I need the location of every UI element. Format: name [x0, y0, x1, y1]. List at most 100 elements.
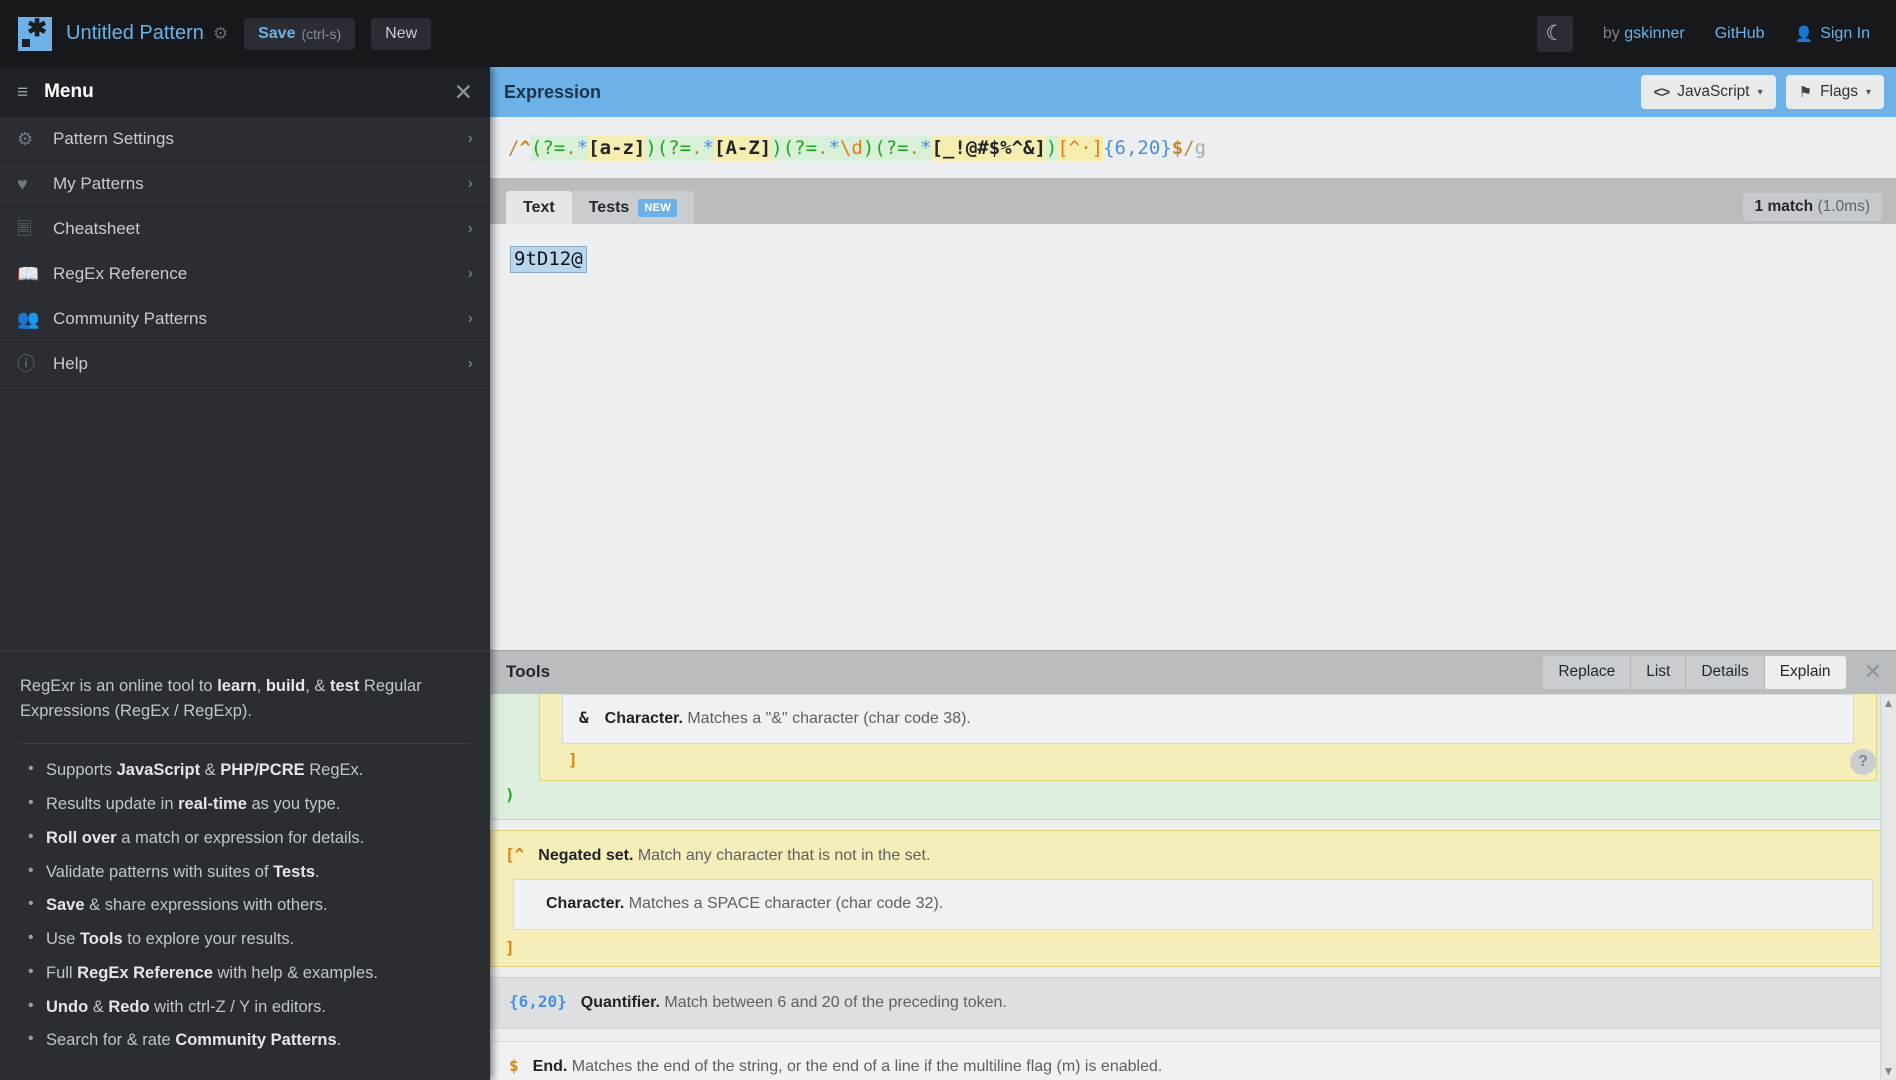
- divider: [20, 743, 470, 745]
- sidebar-filler: [0, 387, 490, 651]
- explain-row-quantifier[interactable]: {6,20} Quantifier. Match between 6 and 2…: [490, 976, 1896, 1030]
- explain-row-text: Quantifier. Match between 6 and 20 of th…: [581, 992, 1007, 1014]
- sidebar-item-community-patterns[interactable]: 👥 Community Patterns ›: [0, 297, 490, 342]
- chevron-right-icon: ›: [467, 265, 473, 282]
- list-item: Validate patterns with suites of Tests.: [20, 859, 470, 885]
- question-circle-icon: ⓘ: [17, 354, 35, 374]
- moon-icon[interactable]: ☾: [1536, 15, 1573, 52]
- author-link[interactable]: by gskinner: [1603, 25, 1685, 43]
- explain-row-negated-set-close: ]: [491, 930, 1895, 960]
- expression-token: .: [691, 135, 703, 161]
- list-item: Save & share expressions with others.: [20, 892, 470, 918]
- sidebar: ≡ Menu ✕ ⚙ Pattern Settings › ♥ My Patte…: [0, 67, 490, 1080]
- save-button-shortcut: (ctrl-s): [301, 25, 342, 42]
- explain-set-block: & Character. Matches a "&" character (ch…: [539, 693, 1877, 781]
- list-item: Supports JavaScript & PHP/PCRE RegEx.: [20, 757, 470, 783]
- sidebar-item-my-patterns[interactable]: ♥ My Patterns ›: [0, 162, 490, 207]
- flags-label: Flags: [1820, 83, 1858, 100]
- explain-row-title: Character.: [546, 895, 625, 913]
- sign-in-button[interactable]: 👤 Sign In: [1795, 25, 1871, 43]
- tab-tests-label: Tests: [588, 198, 630, 216]
- sidebar-item-label: RegEx Reference: [53, 264, 188, 283]
- explain-row-negated-set[interactable]: [^ Negated set. Match any character that…: [491, 841, 1895, 867]
- explain-content: & Character. Matches a "&" character (ch…: [490, 693, 1896, 1080]
- sidebar-feature-list: Supports JavaScript & PHP/PCRE RegEx. Res…: [20, 757, 470, 1053]
- sidebar-item-cheatsheet[interactable]: 🗏 Cheatsheet ›: [0, 207, 490, 252]
- sidebar-item-pattern-settings[interactable]: ⚙ Pattern Settings ›: [0, 117, 490, 162]
- question-icon[interactable]: ?: [1850, 748, 1876, 775]
- explain-row-space-character[interactable]: Character. Matches a SPACE character (ch…: [513, 879, 1873, 930]
- explain-scrollbar[interactable]: ▲ ▼: [1880, 693, 1896, 1080]
- tool-button-details[interactable]: Details: [1686, 655, 1765, 689]
- sidebar-item-label: My Patterns: [53, 174, 144, 193]
- expression-token: *: [702, 135, 715, 161]
- token-glyph: ]: [505, 937, 515, 957]
- explain-row-title: Character.: [604, 709, 683, 727]
- chevron-down-icon: ▾: [1757, 86, 1763, 98]
- chevron-right-icon: ›: [467, 220, 473, 237]
- flag-icon: ⚑: [1798, 84, 1813, 101]
- explain-row-desc: Matches the end of the string, or the en…: [567, 1058, 1163, 1076]
- book-icon: 📖: [17, 264, 40, 284]
- sidebar-item-label: Help: [53, 354, 88, 373]
- sidebar-item-regex-reference[interactable]: 📖 RegEx Reference ›: [0, 252, 490, 297]
- people-icon: 👥: [17, 309, 40, 329]
- expression-token: ): [1045, 135, 1058, 161]
- expression-input[interactable]: /^(?=.*[a-z])(?=.*[A-Z])(?=.*\d)(?=.*[_!…: [490, 117, 1896, 178]
- explain-row-amp-character[interactable]: & Character. Matches a "&" character (ch…: [562, 693, 1854, 744]
- close-icon[interactable]: ✕: [1864, 661, 1882, 683]
- chevron-right-icon: ›: [467, 130, 473, 147]
- explain-row-end-anchor[interactable]: $ End. Matches the end of the string, or…: [490, 1041, 1896, 1080]
- chevron-down-icon[interactable]: ▼: [1883, 1062, 1895, 1080]
- text-input[interactable]: 9tD12@: [490, 224, 1896, 650]
- heart-icon: ♥: [17, 174, 28, 194]
- explain-row-text: Character. Matches a "&" character (char…: [605, 708, 971, 730]
- save-button[interactable]: Save (ctrl-s): [244, 17, 356, 50]
- expression-token: ^: [519, 137, 531, 159]
- list-item: Full RegEx Reference with help & example…: [20, 960, 470, 986]
- tool-button-replace[interactable]: Replace: [1543, 655, 1632, 689]
- save-button-label: Save: [258, 24, 296, 42]
- expression-token: {6,20}: [1103, 137, 1172, 159]
- tools-panel: Tools Replace List Details Explain ✕ & C…: [490, 650, 1896, 1080]
- tools-title: Tools: [506, 662, 551, 682]
- chevron-up-icon[interactable]: ▲: [1883, 694, 1895, 712]
- list-item: Use Tools to explore your results.: [20, 926, 470, 952]
- gear-icon[interactable]: ⚙: [213, 25, 228, 42]
- list-item: Roll over a match or expression for deta…: [20, 825, 470, 851]
- close-icon[interactable]: ✕: [454, 80, 473, 104]
- page-title[interactable]: Untitled Pattern: [66, 22, 204, 45]
- expression-token: $: [1171, 137, 1184, 159]
- new-badge: NEW: [638, 198, 678, 217]
- chevron-right-icon: ›: [467, 175, 473, 192]
- new-button[interactable]: New: [371, 17, 432, 50]
- chevron-right-icon: ›: [467, 355, 473, 372]
- explain-row-desc: Matches a "&" character (char code 38).: [682, 709, 971, 727]
- expression-token: /: [1183, 137, 1195, 159]
- flags-selector[interactable]: ⚑ Flags ▾: [1785, 75, 1884, 109]
- notepad-icon: 🗏: [17, 219, 32, 239]
- tab-text-label: Text: [523, 198, 555, 216]
- expression-token: ): [862, 135, 875, 161]
- github-link[interactable]: GitHub: [1715, 25, 1765, 43]
- tools-header: Tools Replace List Details Explain ✕: [490, 651, 1896, 694]
- sidebar-header: ≡ Menu ✕: [0, 67, 490, 117]
- token-glyph: ): [505, 784, 515, 804]
- expression-token: .: [817, 135, 829, 161]
- explain-row-desc: Match any character that is not in the s…: [633, 846, 931, 864]
- match-status: 1 match (1.0ms): [1742, 193, 1882, 221]
- tab-text[interactable]: Text: [506, 191, 572, 224]
- tool-button-explain[interactable]: Explain: [1764, 655, 1846, 689]
- gear-icon: ⚙: [17, 129, 34, 149]
- tab-tests[interactable]: Tests NEW: [571, 191, 695, 224]
- tool-button-list[interactable]: List: [1631, 655, 1687, 689]
- expression-token: [A-Z]: [714, 135, 772, 161]
- sidebar-item-help[interactable]: ⓘ Help ›: [0, 342, 490, 387]
- match-highlight[interactable]: 9tD12@: [510, 246, 587, 273]
- language-selector[interactable]: <> JavaScript ▾: [1640, 75, 1776, 109]
- explain-row-text: Negated set. Match any character that is…: [538, 845, 930, 867]
- token-glyph: &: [579, 707, 589, 727]
- token-glyph: {6,20}: [509, 991, 567, 1011]
- explain-negated-set-block: [^ Negated set. Match any character that…: [490, 829, 1896, 967]
- list-item: Results update in real-time as you type.: [20, 791, 470, 817]
